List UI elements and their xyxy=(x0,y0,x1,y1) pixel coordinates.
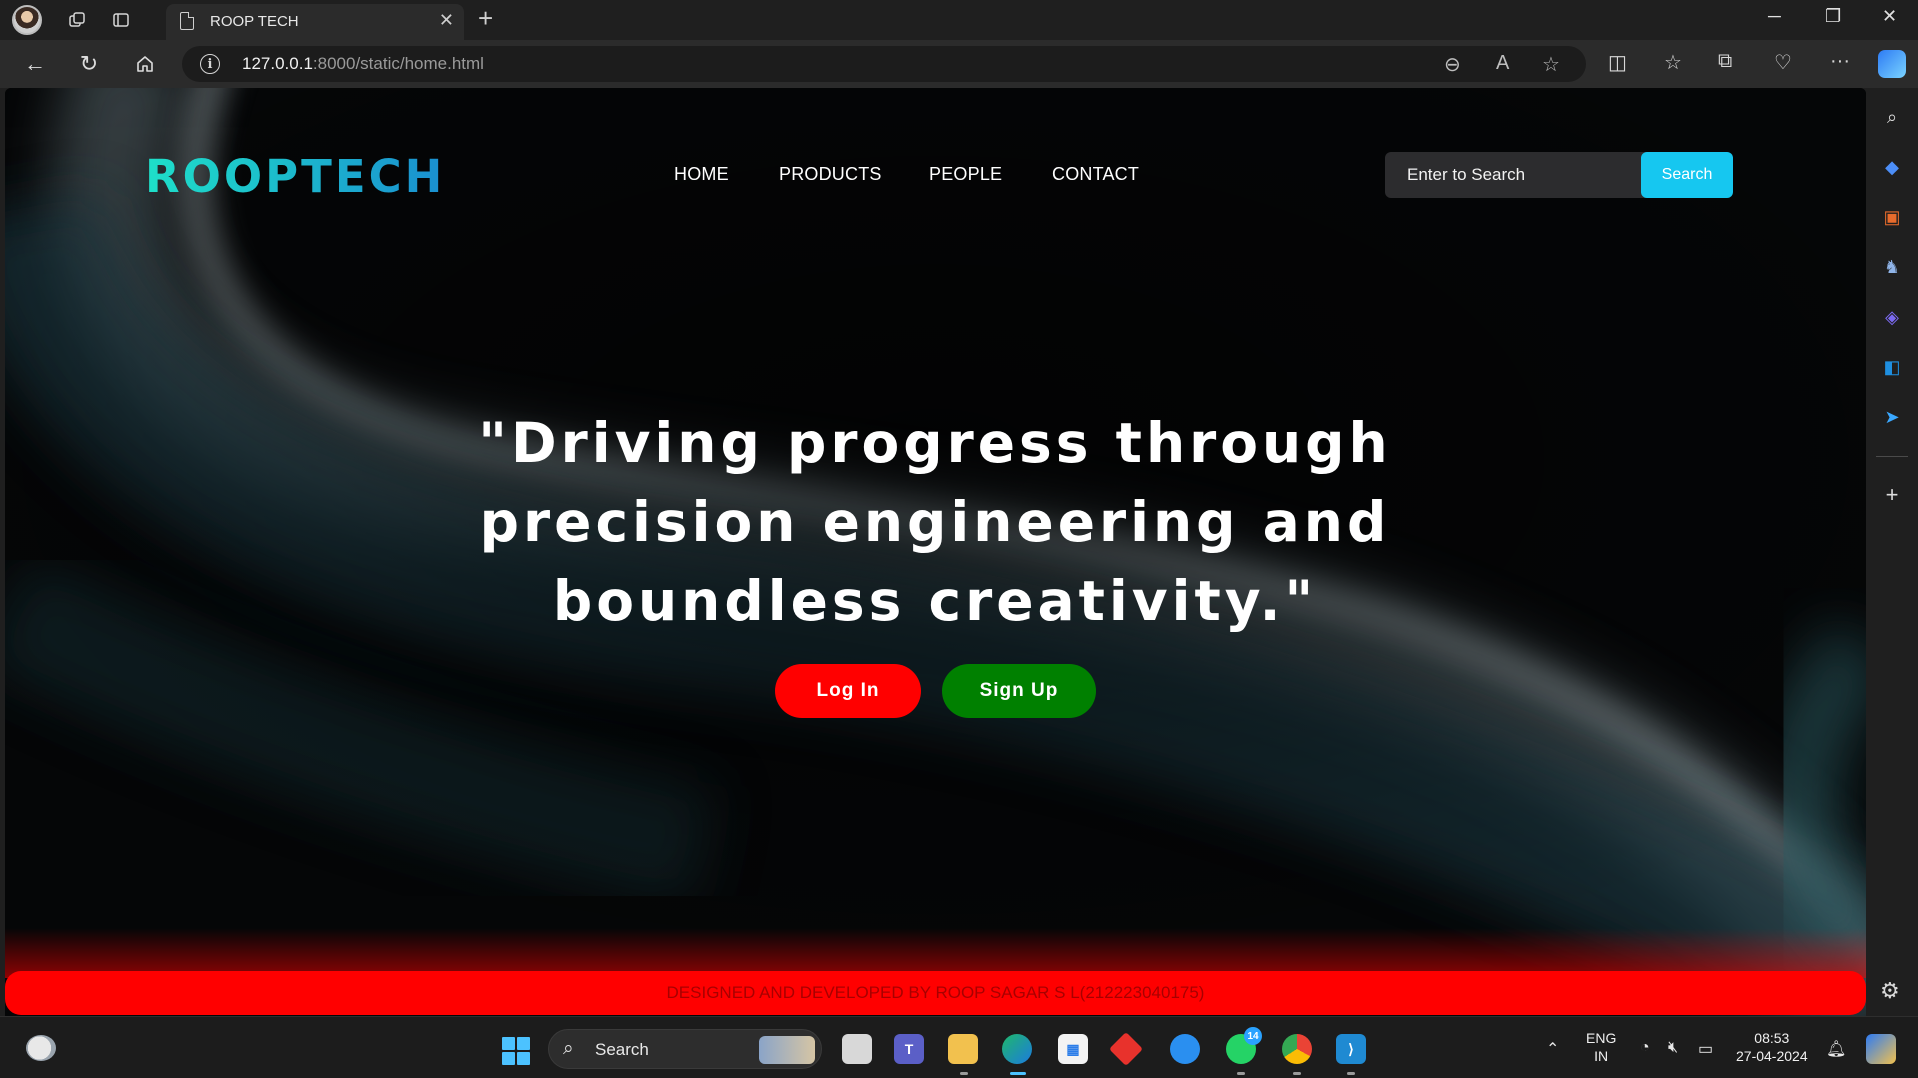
restore-icon[interactable]: ❐ xyxy=(1825,6,1841,27)
nav-products[interactable]: PRODUCTS xyxy=(779,164,882,185)
notifications-bell-icon[interactable]: 🔔︎ xyxy=(1826,1039,1846,1059)
hero-line: precision engineering and xyxy=(479,490,1391,554)
store-icon[interactable]: ▦ xyxy=(1058,1034,1088,1064)
tools-icon[interactable]: ▣ xyxy=(1879,204,1905,230)
nav-contact[interactable]: CONTACT xyxy=(1052,164,1139,185)
copilot-icon[interactable] xyxy=(1878,50,1906,78)
vscode-icon[interactable]: ⟩ xyxy=(1336,1034,1366,1064)
profile-avatar[interactable] xyxy=(12,5,42,35)
login-button[interactable]: Log In xyxy=(775,664,921,718)
running-indicator xyxy=(1237,1072,1245,1075)
add-sidebar-app-icon[interactable]: + xyxy=(1879,482,1905,508)
signup-button[interactable]: Sign Up xyxy=(942,664,1096,718)
taskbar-search-label: Search xyxy=(595,1040,649,1059)
site-info-icon[interactable]: i xyxy=(200,54,220,74)
page-icon xyxy=(180,12,194,30)
hero-line: boundless creativity." xyxy=(552,569,1318,633)
favorite-star-icon[interactable]: ☆ xyxy=(1542,52,1560,77)
nav-home[interactable]: HOME xyxy=(674,164,729,185)
more-menu-icon[interactable]: ··· xyxy=(1830,50,1850,73)
volume-muted-icon[interactable]: 🔇︎ xyxy=(1668,1039,1678,1057)
close-window-icon[interactable]: ✕ xyxy=(1882,6,1897,27)
site-logo[interactable]: ROOPTECH xyxy=(145,150,445,203)
read-aloud-icon[interactable]: A xyxy=(1496,52,1509,75)
copilot-taskbar-icon[interactable] xyxy=(1866,1034,1896,1064)
whatsapp-icon[interactable]: 14 xyxy=(1226,1027,1262,1064)
sidebar-settings-icon[interactable]: ⚙ xyxy=(1880,978,1900,1004)
collections-icon[interactable]: ⧉ xyxy=(1718,50,1732,73)
hero-line: "Driving progress through xyxy=(478,411,1392,475)
show-hidden-icons-icon[interactable]: ⌃ xyxy=(1546,1039,1559,1059)
shopping-tag-icon[interactable]: ◆ xyxy=(1879,154,1905,180)
running-indicator xyxy=(960,1072,968,1075)
browser-essentials-icon[interactable]: ♡ xyxy=(1774,50,1792,75)
teams-icon[interactable]: T xyxy=(894,1034,924,1064)
wifi-icon[interactable]: ◔ xyxy=(1640,1039,1650,1057)
weather-widget-icon[interactable] xyxy=(26,1035,56,1061)
send-icon[interactable]: ➤ xyxy=(1879,404,1905,430)
refresh-icon[interactable]: ↻ xyxy=(74,50,104,78)
battery-icon[interactable]: ▭ xyxy=(1698,1039,1713,1059)
windows-taskbar: ⌕ Search T ▦ 14 ⟩ ⌃ ENG IN ◔ 🔇︎ ▭ 08:53 27… xyxy=(0,1016,1918,1078)
home-icon[interactable] xyxy=(130,50,160,78)
back-icon[interactable]: ← xyxy=(20,50,50,78)
address-bar[interactable]: i 127.0.0.1:8000/static/home.html ⊖ A ☆ xyxy=(182,46,1586,82)
running-indicator xyxy=(1293,1072,1301,1075)
windows-start-icon[interactable] xyxy=(502,1037,530,1065)
microsoft-365-icon[interactable]: ◈ xyxy=(1879,304,1905,330)
tab-actions-icon[interactable] xyxy=(107,6,135,34)
favorites-icon[interactable]: ☆ xyxy=(1664,50,1682,75)
python-ide-icon[interactable] xyxy=(1170,1034,1200,1064)
search-button[interactable]: Search xyxy=(1641,152,1733,198)
notification-badge: 14 xyxy=(1244,1027,1262,1045)
close-tab-icon[interactable]: ✕ xyxy=(439,10,454,31)
tab-title: ROOP TECH xyxy=(210,13,299,30)
sidebar-divider xyxy=(1876,456,1908,457)
outlook-icon[interactable]: ◧ xyxy=(1879,354,1905,380)
footer-credit: DESIGNED AND DEVELOPED BY ROOP SAGAR S L… xyxy=(666,983,1205,1002)
browser-toolbar: ← ↻ i 127.0.0.1:8000/static/home.html ⊖ … xyxy=(0,40,1918,88)
taskbar-search[interactable]: ⌕ Search xyxy=(548,1029,822,1069)
page-viewport: ROOPTECH HOME PRODUCTS PEOPLE CONTACT Se… xyxy=(5,88,1866,1016)
site-search: Search xyxy=(1385,152,1733,198)
task-view-icon[interactable] xyxy=(842,1034,872,1064)
zoom-out-icon[interactable]: ⊖ xyxy=(1444,52,1461,77)
search-input[interactable] xyxy=(1385,152,1643,198)
hero-headline: "Driving progress through precision engi… xyxy=(305,404,1565,641)
active-indicator xyxy=(1010,1072,1026,1075)
tab-active[interactable]: ROOP TECH ✕ xyxy=(166,4,464,40)
url-text[interactable]: 127.0.0.1:8000/static/home.html xyxy=(242,54,484,74)
search-highlight-icon xyxy=(759,1036,815,1064)
language-indicator[interactable]: ENG IN xyxy=(1586,1029,1616,1065)
games-icon[interactable]: ♞ xyxy=(1879,254,1905,280)
edge-sidebar: ⌕ ◆ ▣ ♞ ◈ ◧ ➤ + xyxy=(1866,88,1918,1012)
search-icon[interactable]: ⌕ xyxy=(1879,104,1905,130)
new-tab-icon[interactable]: + xyxy=(478,3,493,34)
running-indicator xyxy=(1347,1072,1355,1075)
chrome-icon[interactable] xyxy=(1282,1034,1312,1064)
clock[interactable]: 08:53 27-04-2024 xyxy=(1736,1029,1808,1065)
edge-icon[interactable] xyxy=(1002,1034,1032,1064)
split-screen-icon[interactable]: ◫ xyxy=(1608,50,1627,75)
file-explorer-icon[interactable] xyxy=(948,1034,978,1064)
minimize-icon[interactable]: ─ xyxy=(1768,6,1781,27)
browser-title-bar: ROOP TECH ✕ + ─ ❐ ✕ xyxy=(0,0,1918,40)
workspaces-icon[interactable] xyxy=(63,6,91,34)
site-footer: DESIGNED AND DEVELOPED BY ROOP SAGAR S L… xyxy=(5,971,1866,1015)
search-icon: ⌕ xyxy=(563,1038,574,1059)
nav-people[interactable]: PEOPLE xyxy=(929,164,1002,185)
anydesk-icon[interactable] xyxy=(1109,1032,1143,1066)
